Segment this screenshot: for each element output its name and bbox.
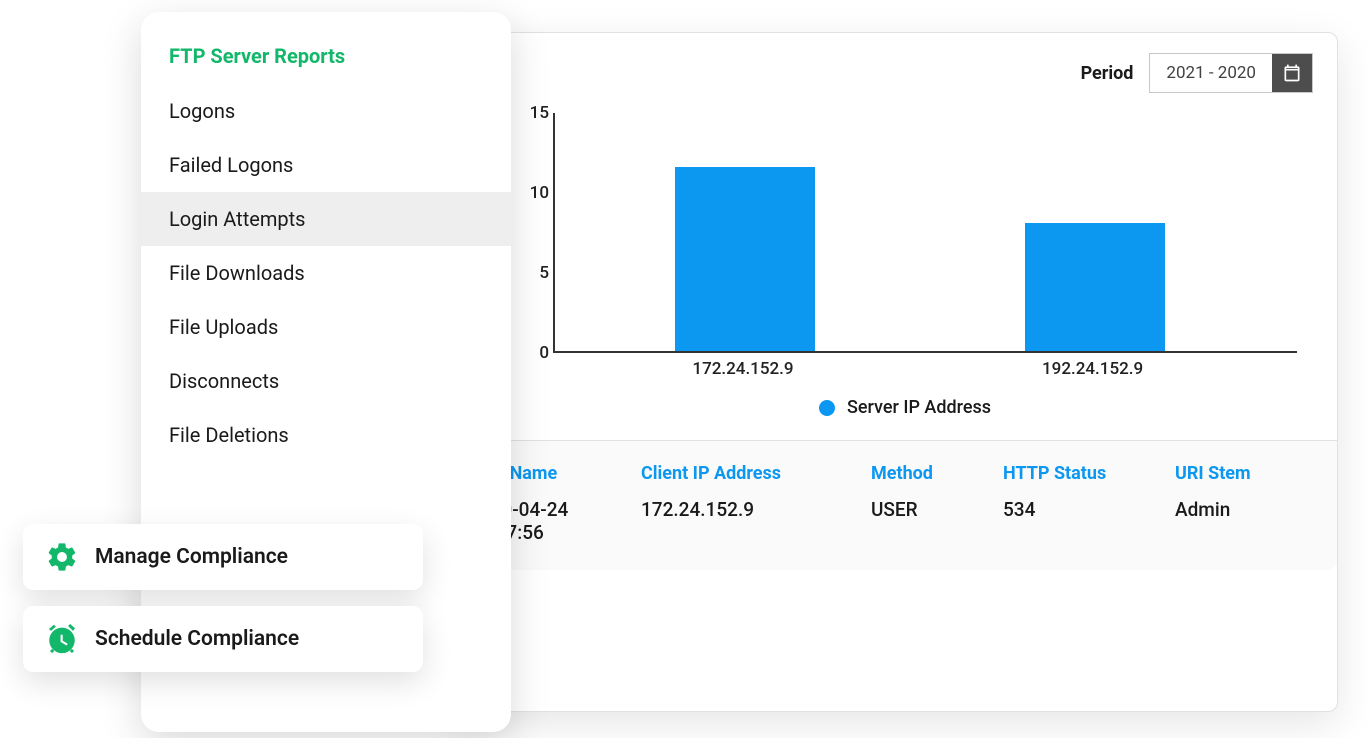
main-header: Period 2021 - 2020 [451,33,1337,103]
manage-compliance-label: Manage Compliance [95,545,288,569]
chart-ytick: 15 [530,103,549,123]
sidebar-item-file-uploads[interactable]: File Uploads [141,300,511,354]
main-panel: Period 2021 - 2020 Count 051015 172.24.1… [450,32,1338,712]
chart-ytick: 5 [539,263,549,283]
sidebar-title: FTP Server Reports [141,44,511,84]
th-client-ip: Client IP Address [641,463,871,484]
th-method: Method [871,463,1003,484]
sidebar-item-file-deletions[interactable]: File Deletions [141,408,511,462]
sidebar-item-file-downloads[interactable]: File Downloads [141,246,511,300]
table-header: Rule Name Client IP Address Method HTTP … [451,441,1337,496]
manage-compliance-button[interactable]: Manage Compliance [23,524,423,590]
chart-bar [675,167,815,351]
legend-label: Server IP Address [847,397,991,418]
td-http-status: 534 [1003,498,1175,521]
sidebar-item-login-attempts[interactable]: Login Attempts [141,192,511,246]
chart-yticks: 051015 [513,113,553,353]
legend-swatch-icon [819,400,835,416]
period-picker[interactable]: 2021 - 2020 [1149,53,1313,93]
sidebar-item-logons[interactable]: Logons [141,84,511,138]
chart: Count 051015 172.24.152.9192.24.152.9 Se… [451,103,1337,440]
td-method: USER [871,498,1003,521]
chart-xtick: 192.24.152.9 [1042,359,1143,379]
chart-plot-area [553,113,1297,353]
chart-bar [1025,223,1165,351]
th-uri-stem: URI Stem [1175,463,1315,484]
th-http-status: HTTP Status [1003,463,1175,484]
td-client-ip: 172.24.152.9 [641,498,871,521]
period-label: Period [1081,63,1134,84]
period-value: 2021 - 2020 [1150,54,1272,92]
chart-xtick: 172.24.152.9 [692,359,793,379]
gear-icon [45,540,79,574]
chart-legend: Server IP Address [513,383,1297,418]
table-row: 2020-04-24 16:37:56 172.24.152.9 USER 53… [451,496,1337,570]
alarm-clock-icon [45,622,79,656]
chart-xticks: 172.24.152.9 192.24.152.9 [553,353,1297,383]
td-uri-stem: Admin [1175,498,1315,521]
chart-ytick: 0 [539,343,549,363]
chart-ytick: 10 [530,183,549,203]
results-table: Rule Name Client IP Address Method HTTP … [451,440,1337,570]
sidebar-item-disconnects[interactable]: Disconnects [141,354,511,408]
sidebar-item-failed-logons[interactable]: Failed Logons [141,138,511,192]
schedule-compliance-button[interactable]: Schedule Compliance [23,606,423,672]
calendar-icon[interactable] [1272,54,1312,92]
schedule-compliance-label: Schedule Compliance [95,627,299,651]
